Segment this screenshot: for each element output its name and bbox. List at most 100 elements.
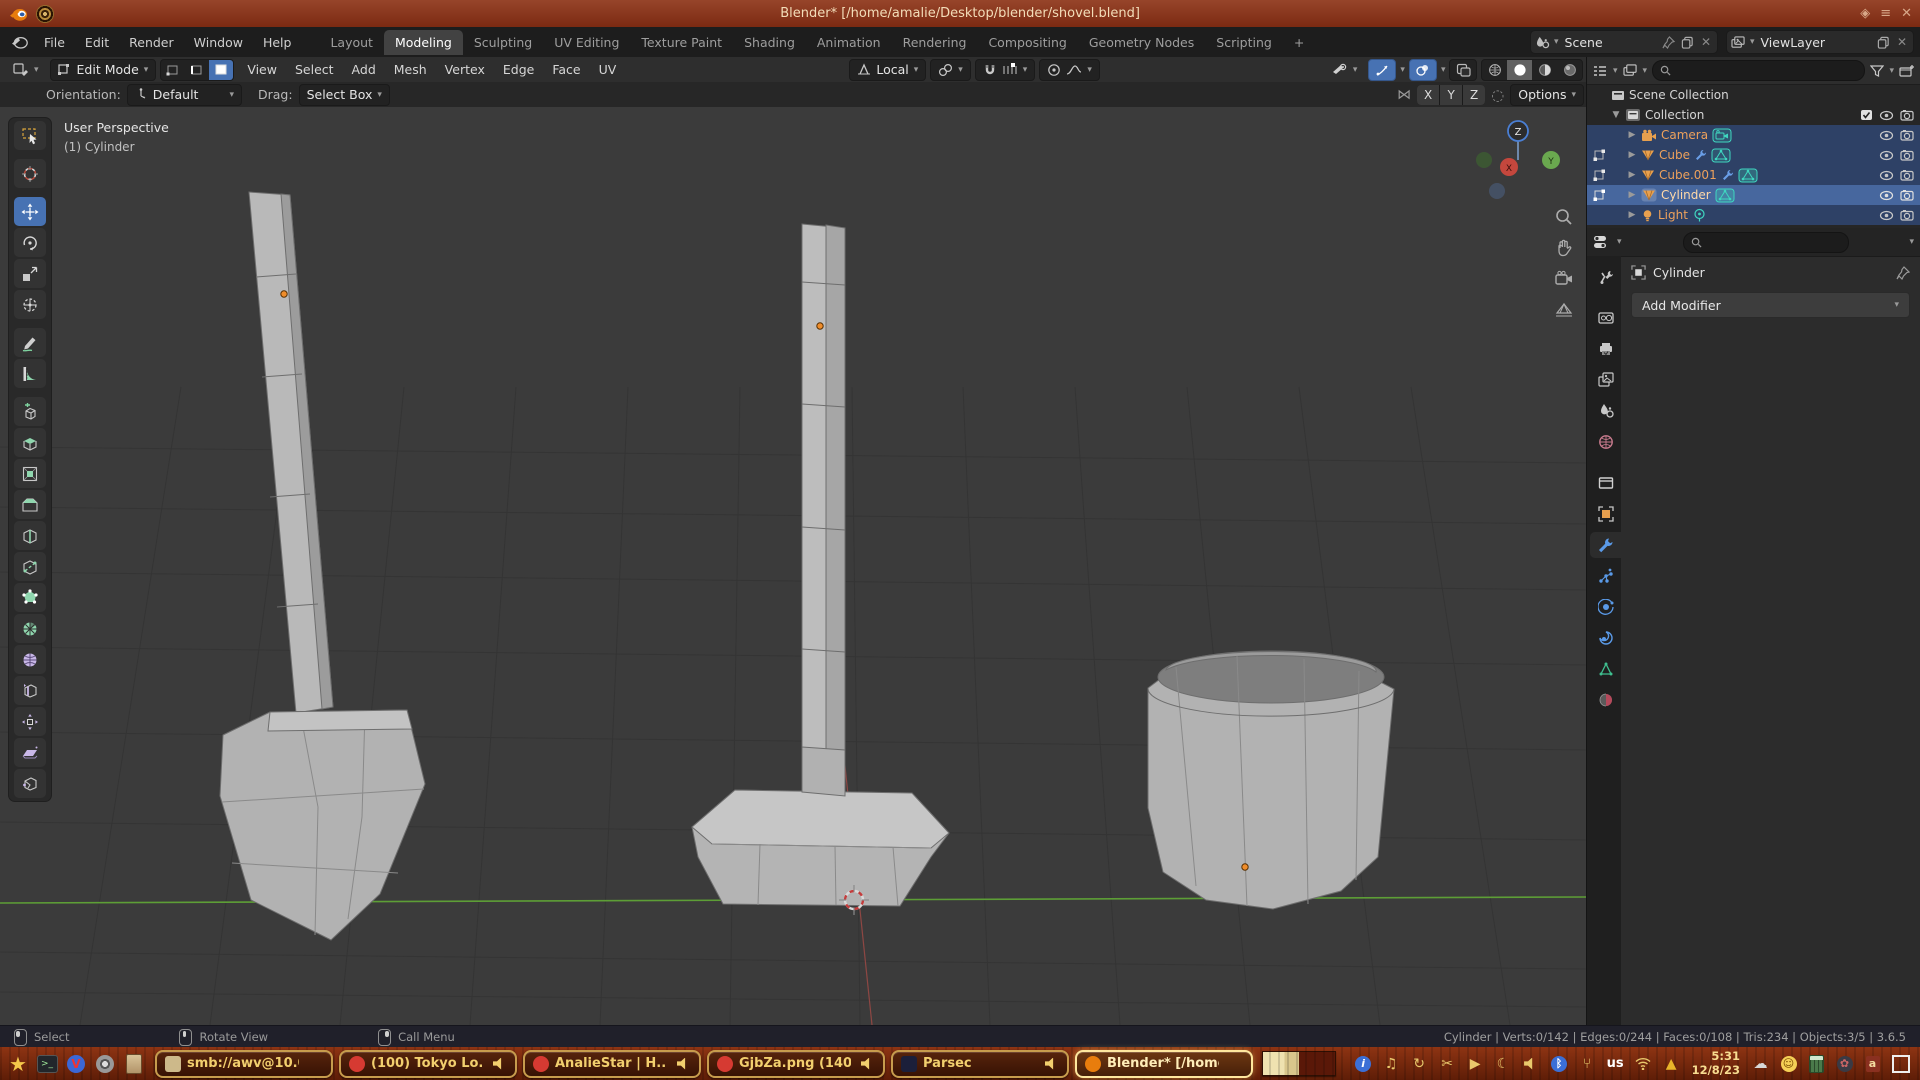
taskbar-window-button[interactable]: Blender* [/home/...	[1075, 1050, 1253, 1078]
tab-object[interactable]	[1590, 501, 1621, 527]
chevron-down-icon[interactable]: ▾	[1617, 237, 1622, 247]
snap-group[interactable]: ▾	[975, 59, 1036, 81]
toggle-ortho-icon[interactable]	[1554, 300, 1574, 320]
tab-modifiers[interactable]	[1590, 532, 1621, 558]
tab-output[interactable]	[1590, 336, 1621, 362]
mirror-axis-button[interactable]: Z	[1463, 85, 1485, 105]
tab-physics[interactable]	[1590, 594, 1621, 620]
disclosure-closed-icon[interactable]: ▶	[1627, 130, 1637, 140]
hide-eye-icon[interactable]	[1879, 190, 1894, 201]
tool-bevel[interactable]	[14, 490, 46, 519]
tool-shrink-fatten[interactable]	[14, 707, 46, 736]
titlebar-close-icon[interactable]: ✕	[1901, 6, 1912, 21]
nightlight-tray-icon[interactable]: ☾	[1494, 1054, 1513, 1073]
tool-add-cube[interactable]	[14, 397, 46, 426]
bluetooth-tray-icon[interactable]: ᛒ	[1550, 1054, 1569, 1073]
editor-type-dropdown[interactable]: ▾	[6, 60, 46, 80]
disclosure-open-icon[interactable]: ▼	[1611, 110, 1621, 120]
chevron-down-icon[interactable]: ▾	[1889, 66, 1894, 76]
wifi-tray-icon[interactable]	[1634, 1054, 1653, 1073]
tab-scene[interactable]	[1590, 398, 1621, 424]
blender-menu-icon[interactable]	[10, 34, 30, 50]
tool-rotate[interactable]	[14, 228, 46, 257]
outliner-row-cube[interactable]: ▶ Cube	[1587, 145, 1920, 165]
workspace-tab[interactable]: Shading	[733, 30, 806, 55]
edge-select-button[interactable]	[185, 60, 209, 80]
pager-workspace-2[interactable]	[1299, 1052, 1335, 1075]
taskbar-window-button[interactable]: GjbZa.png (140...	[707, 1050, 885, 1078]
vertex-select-button[interactable]	[161, 60, 185, 80]
scene-selector[interactable]: ▾ Scene ✕	[1530, 30, 1718, 54]
properties-options-chevron[interactable]: ▾	[1909, 237, 1914, 247]
outliner-row-light[interactable]: ▶ Light	[1587, 205, 1920, 225]
light-data-badge-icon[interactable]	[1692, 208, 1707, 223]
show-overlays-toggle[interactable]	[1409, 59, 1437, 81]
taskbar-window-button[interactable]: AnalieStar | H...	[523, 1050, 701, 1078]
clipboard-scissors-iconon[interactable]: ✂	[1438, 1054, 1457, 1073]
disable-render-camera-icon[interactable]	[1900, 149, 1914, 161]
snap-falloff-icon[interactable]: ◌	[1491, 86, 1504, 104]
viewport-menu[interactable]: Vertex	[436, 59, 494, 80]
viewport-menu[interactable]: UV	[590, 59, 626, 80]
modifier-wrench-icon[interactable]	[1694, 149, 1707, 162]
tool-edge-slide[interactable]	[14, 676, 46, 705]
tab-object-data[interactable]	[1590, 656, 1621, 682]
tool-shear[interactable]	[14, 738, 46, 767]
outliner-row-collection[interactable]: ▼ Collection	[1587, 105, 1920, 125]
chevron-down-icon[interactable]: ▾	[1613, 66, 1618, 76]
tab-view-layer[interactable]	[1590, 367, 1621, 393]
media-player-launcher-icon[interactable]	[93, 1052, 117, 1076]
workspace-tab[interactable]: Sculpting	[463, 30, 543, 55]
navigation-gizmo[interactable]: Z Y X	[1472, 111, 1564, 203]
mesh-data-badge-icon[interactable]	[1715, 188, 1735, 203]
tab-material[interactable]	[1590, 687, 1621, 713]
remove-viewlayer-icon[interactable]: ✕	[1895, 35, 1909, 49]
music-tray-icon[interactable]: ♫	[1382, 1054, 1401, 1073]
mirror-icon[interactable]: ⋈	[1397, 87, 1411, 103]
hide-eye-icon[interactable]	[1879, 170, 1894, 181]
outliner-row-cube001[interactable]: ▶ Cube.001	[1587, 165, 1920, 185]
volume-tray-icon[interactable]	[1522, 1054, 1541, 1073]
workspace-tab[interactable]: UV Editing	[543, 30, 630, 55]
hide-eye-icon[interactable]	[1879, 150, 1894, 161]
properties-search-input[interactable]	[1683, 232, 1849, 253]
add-modifier-dropdown[interactable]: Add Modifier ▾	[1631, 292, 1910, 318]
workspace-tab[interactable]: Texture Paint	[630, 30, 733, 55]
workspace-tab[interactable]: Layout	[319, 30, 384, 55]
checkbox-checked-icon[interactable]	[1860, 109, 1873, 121]
rendered-shading-button[interactable]	[1557, 60, 1582, 80]
tab-tool[interactable]	[1590, 264, 1621, 290]
tab-collection[interactable]	[1590, 470, 1621, 496]
tool-rip-region[interactable]	[14, 769, 46, 798]
workspace-tab[interactable]: Geometry Nodes	[1078, 30, 1205, 55]
menu-star-icon[interactable]: ★	[6, 1052, 30, 1076]
desktop-show-icon[interactable]	[1891, 1054, 1910, 1073]
properties-editor-icon[interactable]	[1593, 235, 1611, 249]
menubar-menu[interactable]: Help	[253, 31, 302, 54]
material-preview-button[interactable]	[1532, 60, 1557, 80]
workspace-tab[interactable]: Compositing	[977, 30, 1077, 55]
titlebar-menu-icon[interactable]: ≡	[1880, 6, 1891, 21]
tool-measure[interactable]	[14, 359, 46, 388]
tool-move[interactable]	[14, 197, 46, 226]
gizmo-dropdown-chevron[interactable]: ▾	[1400, 65, 1405, 75]
menubar-menu[interactable]: File	[34, 31, 75, 54]
tab-render[interactable]	[1590, 305, 1621, 331]
info-tray-icon[interactable]: i	[1354, 1054, 1373, 1073]
xray-toggle[interactable]	[1449, 59, 1477, 81]
new-collection-icon[interactable]	[1899, 64, 1915, 78]
viewport-menu[interactable]: Edge	[494, 59, 543, 80]
workspace-tab[interactable]: +	[1283, 30, 1315, 55]
viewport-menu[interactable]: Face	[543, 59, 589, 80]
tab-world[interactable]	[1590, 429, 1621, 455]
hide-eye-icon[interactable]	[1879, 210, 1894, 221]
unlink-icon[interactable]: ✕	[1699, 35, 1713, 49]
file-manager-launcher-icon[interactable]	[122, 1052, 146, 1076]
tab-constraints[interactable]	[1590, 625, 1621, 651]
mesh-data-badge-icon[interactable]	[1711, 148, 1731, 163]
pan-hand-icon[interactable]	[1554, 238, 1574, 258]
outliner-search-input[interactable]	[1652, 60, 1865, 81]
viewport-menu[interactable]: Mesh	[385, 59, 436, 80]
zoom-icon[interactable]	[1554, 207, 1574, 227]
modifier-wrench-icon[interactable]	[1721, 169, 1734, 182]
